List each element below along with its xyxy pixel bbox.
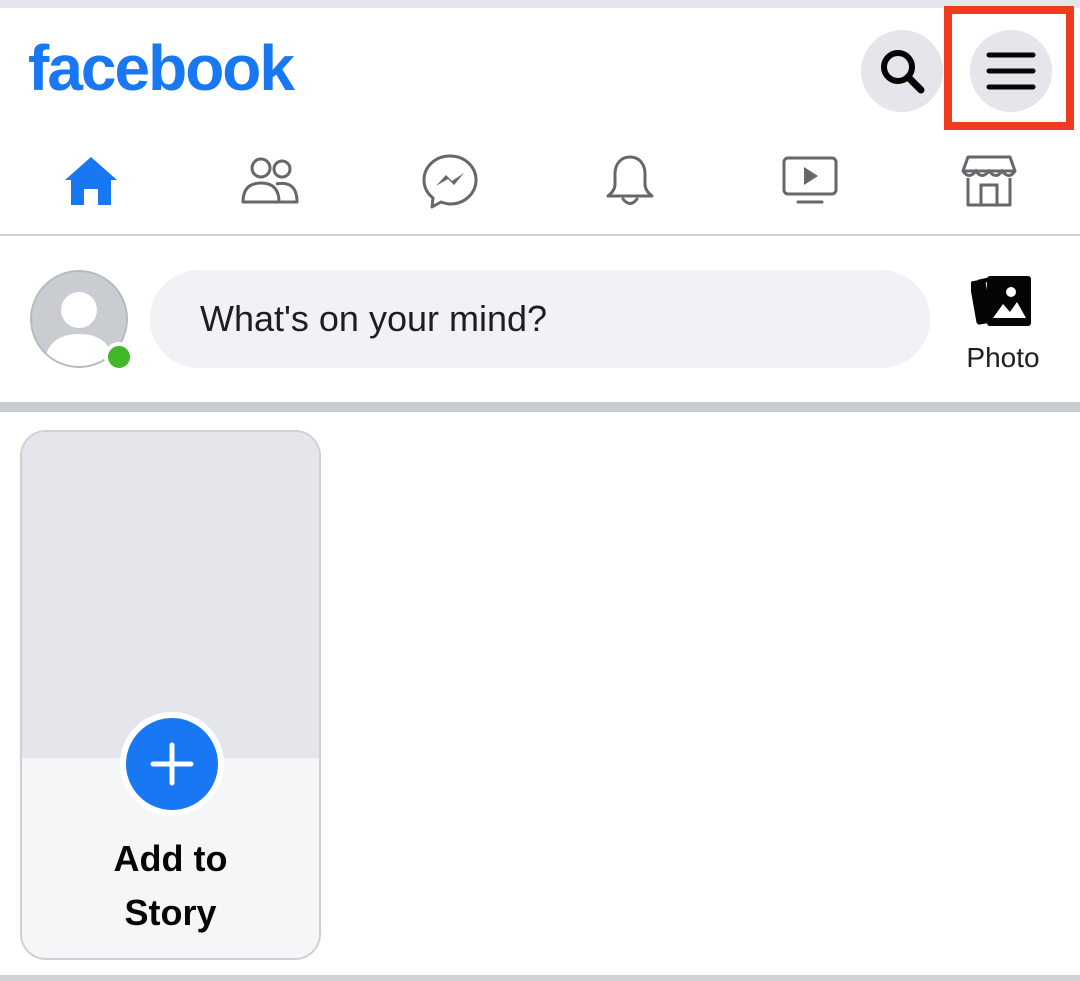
home-icon — [65, 157, 117, 205]
nav-friends-tab[interactable] — [210, 128, 330, 234]
menu-highlight-box — [944, 6, 1074, 130]
online-status-dot — [104, 342, 134, 372]
composer-placeholder: What's on your mind? — [200, 298, 548, 339]
add-story-button[interactable] — [120, 712, 224, 816]
add-to-story-line2: Story — [124, 892, 217, 933]
top-strip — [0, 0, 1080, 8]
header: facebook — [0, 8, 1080, 128]
post-composer: What's on your mind? Photo — [0, 236, 1080, 402]
bell-icon — [606, 155, 654, 205]
nav-marketplace-tab[interactable] — [929, 128, 1049, 234]
add-to-story-line1: Add to — [113, 838, 228, 879]
messenger-icon — [422, 154, 478, 209]
whats-on-your-mind-input[interactable]: What's on your mind? — [150, 270, 930, 368]
section-divider — [0, 402, 1080, 412]
friends-icon — [241, 157, 299, 204]
story-preview-area — [22, 432, 319, 758]
video-icon — [782, 156, 838, 204]
search-button[interactable] — [861, 30, 943, 112]
nav-home-tab[interactable] — [31, 128, 151, 234]
add-to-story-card[interactable]: Add to Story — [20, 430, 321, 960]
nav-watch-tab[interactable] — [750, 128, 870, 234]
nav-messenger-tab[interactable] — [390, 128, 510, 234]
bottom-divider — [0, 975, 1080, 981]
main-nav — [0, 128, 1080, 234]
facebook-logo[interactable]: facebook — [28, 30, 295, 106]
photo-label: Photo — [966, 342, 1040, 373]
photo-button[interactable]: Photo — [948, 270, 1058, 380]
search-icon — [881, 50, 925, 94]
add-to-story-label: Add to Story — [22, 832, 319, 940]
plus-icon — [150, 742, 194, 786]
photo-icon — [969, 276, 1031, 326]
nav-notifications-tab[interactable] — [570, 128, 690, 234]
marketplace-icon — [961, 155, 1017, 207]
